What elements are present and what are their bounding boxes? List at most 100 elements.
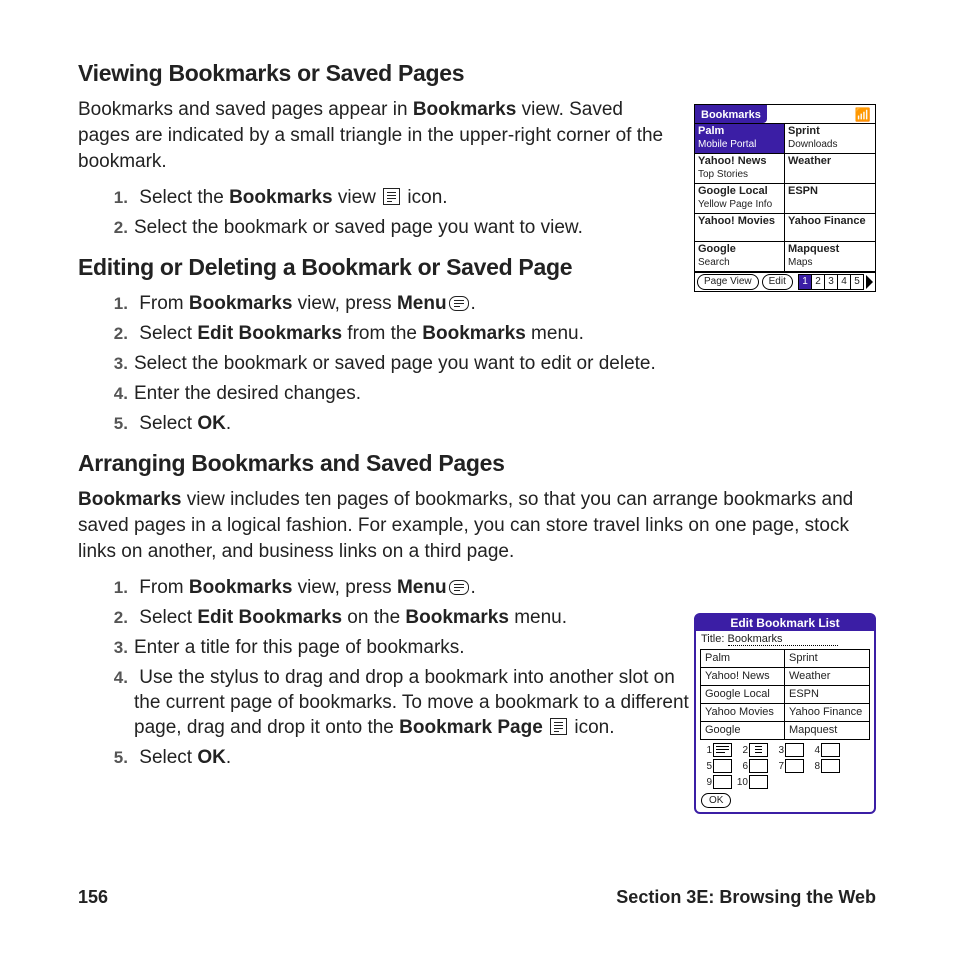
page-slot[interactable]: 9	[700, 775, 732, 789]
step: Select the bookmark or saved page you wa…	[134, 351, 876, 376]
step: From Bookmarks view, press Menu.	[134, 291, 876, 316]
step: Use the stylus to drag and drop a bookma…	[134, 665, 694, 740]
page-slot-number: 1	[700, 745, 712, 756]
bookmark-title: Yahoo Finance	[788, 215, 872, 228]
page-slot-number: 4	[808, 745, 820, 756]
page-slot-box[interactable]	[785, 743, 804, 757]
text: .	[471, 577, 476, 598]
bookmark-slot[interactable]: Weather	[785, 668, 869, 686]
bookmark-cell[interactable]: PalmMobile Portal	[695, 124, 785, 154]
page-slot[interactable]: 4	[808, 743, 840, 757]
ok-button[interactable]: OK	[701, 793, 731, 808]
text: Select	[139, 607, 197, 628]
page-slot-box[interactable]	[749, 775, 768, 789]
page-tab[interactable]: 3	[825, 274, 838, 290]
bookmark-title: Yahoo! Movies	[698, 215, 781, 228]
bookmark-cell[interactable]: ESPN	[785, 184, 875, 214]
menu-icon	[449, 580, 469, 595]
bookmark-slot[interactable]: Yahoo Movies	[701, 704, 785, 722]
bookmark-slot[interactable]: Google Local	[701, 686, 785, 704]
text: icon.	[402, 187, 447, 208]
step: Enter the desired changes.	[134, 381, 876, 406]
text-bold: Edit Bookmarks	[197, 323, 342, 344]
bookmark-slot[interactable]: Google	[701, 722, 785, 739]
page-slot-box[interactable]	[713, 775, 732, 789]
page-slot[interactable]: 8	[808, 759, 840, 773]
page-tab[interactable]: 1	[798, 274, 812, 290]
page-tab[interactable]: 2	[812, 274, 825, 290]
page-slot-number: 7	[772, 761, 784, 772]
manual-page: Viewing Bookmarks or Saved Pages Bookmar…	[0, 0, 954, 954]
text: From	[139, 577, 189, 598]
bookmark-slot[interactable]: ESPN	[785, 686, 869, 704]
page-footer: 156 Section 3E: Browsing the Web	[78, 887, 876, 908]
bookmark-title: Mapquest	[788, 243, 872, 256]
edit-button[interactable]: Edit	[762, 274, 793, 290]
bookmark-title: Palm	[698, 125, 781, 138]
page-slot-number: 2	[736, 745, 748, 756]
page-slot-box[interactable]	[749, 743, 768, 757]
bookmark-cell[interactable]: Weather	[785, 154, 875, 184]
page-slot-box[interactable]	[713, 759, 732, 773]
text: .	[471, 293, 476, 314]
menu-icon	[449, 296, 469, 311]
bookmark-title: Google Local	[698, 185, 781, 198]
page-slot[interactable]: 5	[700, 759, 732, 773]
bookmarks-view-icon	[383, 188, 400, 205]
title-tab[interactable]: Bookmarks	[695, 105, 767, 123]
page-number: 156	[78, 887, 108, 908]
page-slot-number: 8	[808, 761, 820, 772]
text: .	[226, 413, 231, 434]
page-slot-box[interactable]	[785, 759, 804, 773]
bookmark-cell[interactable]: Yahoo! Movies	[695, 214, 785, 242]
page-slot[interactable]: 7	[772, 759, 804, 773]
bookmark-title: Sprint	[788, 125, 872, 138]
bookmark-cell[interactable]: MapquestMaps	[785, 242, 875, 272]
page-slot[interactable]: 3	[772, 743, 804, 757]
page-selector: 12345	[798, 274, 873, 290]
next-arrow-icon[interactable]	[866, 275, 873, 289]
text-bold: Edit Bookmarks	[197, 607, 342, 628]
text: from the	[342, 323, 422, 344]
bookmark-cell[interactable]: Yahoo Finance	[785, 214, 875, 242]
bookmark-cell[interactable]: Yahoo! NewsTop Stories	[695, 154, 785, 184]
bookmark-cell[interactable]: GoogleSearch	[695, 242, 785, 272]
page-slot-box[interactable]	[713, 743, 732, 757]
page-tab[interactable]: 4	[838, 274, 851, 290]
page-slot[interactable]: 10	[736, 775, 768, 789]
page-slot[interactable]: 2	[736, 743, 768, 757]
page-slot-number: 5	[700, 761, 712, 772]
title-input[interactable]: Bookmarks	[728, 633, 838, 646]
text-bold: Bookmarks	[422, 323, 526, 344]
page-tab[interactable]: 5	[851, 274, 864, 290]
window-titlebar: Bookmarks 📶	[695, 105, 875, 124]
bookmark-subtitle: Search	[698, 256, 781, 269]
page-slot-box[interactable]	[749, 759, 768, 773]
bookmark-slot[interactable]: Sprint	[785, 650, 869, 668]
text-bold: Bookmarks	[405, 607, 509, 628]
bookmark-grid: PalmMobile PortalSprintDownloadsYahoo! N…	[695, 124, 875, 272]
title-label: Title:	[701, 633, 724, 645]
text-bold: Menu	[397, 577, 447, 598]
bookmark-slot[interactable]: Yahoo Finance	[785, 704, 869, 722]
bookmark-title: Yahoo! News	[698, 155, 781, 168]
bookmark-slot[interactable]: Mapquest	[785, 722, 869, 739]
bookmark-cell[interactable]: Google LocalYellow Page Info	[695, 184, 785, 214]
bookmark-cell[interactable]: SprintDownloads	[785, 124, 875, 154]
bookmark-slot[interactable]: Yahoo! News	[701, 668, 785, 686]
paragraph-intro: Bookmarks and saved pages appear in Book…	[78, 97, 668, 175]
text: Select	[139, 323, 197, 344]
page-slot-box[interactable]	[821, 743, 840, 757]
title-field-row: Title: Bookmarks	[696, 631, 874, 646]
page-slot[interactable]: 1	[700, 743, 732, 757]
page-slot[interactable]: 6	[736, 759, 768, 773]
text-bold: Bookmarks	[413, 99, 517, 120]
bookmark-slot[interactable]: Palm	[701, 650, 785, 668]
page-slot-box[interactable]	[821, 759, 840, 773]
text-bold: Bookmark Page	[399, 717, 543, 738]
dialog-title: Edit Bookmark List	[696, 615, 874, 631]
bookmark-subtitle: Downloads	[788, 138, 872, 151]
bookmark-subtitle: Maps	[788, 256, 872, 269]
text: on the	[342, 607, 405, 628]
page-view-button[interactable]: Page View	[697, 274, 759, 290]
